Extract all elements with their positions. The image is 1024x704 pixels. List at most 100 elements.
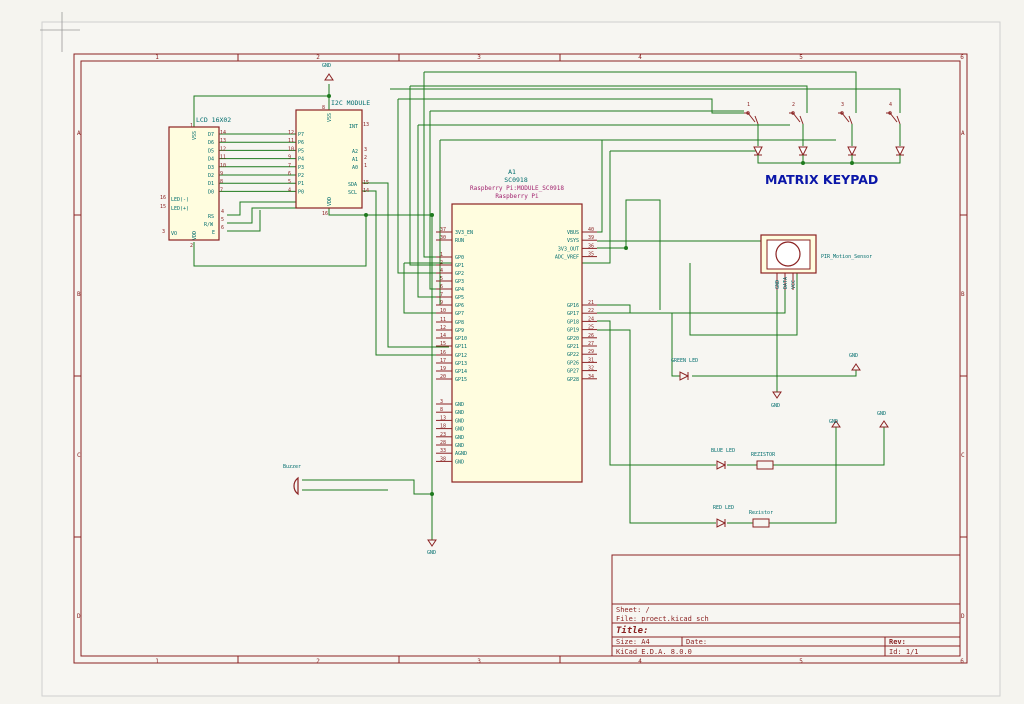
schematic-canvas: 112233445566 A AB BC CD D Sheet: / File: pro… <box>40 12 1001 697</box>
pin-num: 39 <box>588 235 594 241</box>
pico-right-label: GP20 <box>567 336 579 342</box>
i2c-module[interactable]: I2C MODULE VSS VDD P712P611P510P49P37P26… <box>288 99 370 217</box>
pin-num: 1 <box>364 163 367 169</box>
pin-num: 23 <box>440 432 446 438</box>
pin-num: 8 <box>322 105 325 111</box>
i2c-pin-label: P2 <box>298 173 304 179</box>
pin-num: 30 <box>440 235 446 241</box>
pin-num: 1 <box>190 123 193 129</box>
pico-right-label: GP27 <box>567 369 579 375</box>
col-marker: 1 <box>155 658 159 665</box>
i2c-a1: A1 <box>352 157 358 163</box>
lcd-vss-label: VSS <box>192 131 198 140</box>
pin-num: 4 <box>288 187 291 193</box>
pin-num: 17 <box>440 358 446 364</box>
i2c-pin-label: P1 <box>298 181 304 187</box>
pin-num: 13 <box>440 415 446 421</box>
lcd-pin-label: D6 <box>208 140 214 146</box>
green-led-label: GREEN LED <box>671 358 698 364</box>
key-number: 2 <box>792 102 795 108</box>
tb-date: Date: <box>686 638 707 646</box>
pico-left-label: GP0 <box>455 255 464 261</box>
i2c-pin-label: P5 <box>298 148 304 154</box>
lcd-vo: VO <box>171 231 177 237</box>
pin-num: 29 <box>588 349 594 355</box>
i2c-pin-label: P6 <box>298 140 304 146</box>
i2c-vdd-label: VDD <box>327 197 333 206</box>
pico-module[interactable]: A1 SC0918 Raspberry Pi:MODULE_SC0918 Ras… <box>436 168 597 483</box>
pin-num: 16 <box>322 211 328 217</box>
pico-value: SC0918 <box>504 176 528 184</box>
pin-num: 4 <box>440 268 443 274</box>
pico-left-label: GP10 <box>455 336 467 342</box>
pico-left-label: GP5 <box>455 295 464 301</box>
pico-gnd-label: GND <box>455 418 464 424</box>
lcd-e: E <box>212 230 215 236</box>
col-marker: 1 <box>155 54 159 61</box>
row-marker: C <box>77 452 81 459</box>
pin-num: 15 <box>363 180 369 186</box>
pico-gnd-label: GND <box>455 443 464 449</box>
pin-num: 5 <box>221 217 224 223</box>
row-marker: A <box>77 130 81 137</box>
pin-num: 6 <box>288 171 291 177</box>
pin-num: 11 <box>440 317 446 323</box>
pico-gnd-label: GND <box>455 427 464 433</box>
pico-right-label: GP16 <box>567 303 579 309</box>
pico-right-label: GP28 <box>567 377 579 383</box>
pin-num: 2 <box>440 260 443 266</box>
pin-num: 2 <box>190 243 193 249</box>
res-blue-label: REZISTOR <box>751 452 776 458</box>
col-marker: 6 <box>960 54 964 61</box>
lcd-ref: LCD 16X02 <box>196 116 231 124</box>
tb-id: Id: 1/1 <box>889 648 919 656</box>
pin-num: 6 <box>221 225 224 231</box>
pir-pin-label: VCC <box>791 280 797 289</box>
row-marker: B <box>961 291 965 298</box>
pin-num: 32 <box>588 366 594 372</box>
gnd-label: GND <box>849 353 858 359</box>
pin-num: 40 <box>588 227 594 233</box>
pin-num: 37 <box>440 227 446 233</box>
i2c-pin-label: P3 <box>298 165 304 171</box>
i2c-sda: SDA <box>348 182 357 188</box>
pin-num: 25 <box>588 325 594 331</box>
i2c-vss-label: VSS <box>327 113 333 122</box>
i2c-pin-label: P7 <box>298 132 304 138</box>
pin-num: 6 <box>440 284 443 290</box>
pico-gnd-label: GND <box>455 435 464 441</box>
lcd-16x02[interactable]: LCD 16X02 VSS VDD D7 14D6 13D5 12D4 11D3 10D2… <box>160 116 231 249</box>
row-marker: D <box>961 613 965 620</box>
tb-size: Size: A4 <box>616 638 650 646</box>
pico-right-label: ADC_VREF <box>555 255 579 261</box>
pin-num: 21 <box>588 300 594 306</box>
tb-sheet: Sheet: / <box>616 606 650 614</box>
pin-num: 38 <box>440 456 446 462</box>
col-marker: 2 <box>316 54 320 61</box>
pin-num: 3 <box>440 399 443 405</box>
pin-num: 12 <box>220 146 226 152</box>
col-marker: 6 <box>960 658 964 665</box>
pir-pin-label: DATA <box>783 277 789 289</box>
lcd-pin-label: D0 <box>208 189 214 195</box>
pico-left-label: GP14 <box>455 369 467 375</box>
pin-num: 18 <box>440 424 446 430</box>
pin-num: 3 <box>364 147 367 153</box>
row-marker: A <box>961 130 965 137</box>
pin-num: 11 <box>288 138 294 144</box>
pico-left-label: GP15 <box>455 377 467 383</box>
col-marker: 3 <box>477 54 481 61</box>
pico-right-label: GP22 <box>567 352 579 358</box>
lcd-vdd-label: VDD <box>192 231 198 240</box>
pir-pin-label: GND <box>775 280 781 289</box>
lcd-pin-label: D1 <box>208 181 214 187</box>
pico-right-label: GP19 <box>567 328 579 334</box>
pico-gnd-label: GND <box>455 402 464 408</box>
pico-gnd-label: GND <box>455 410 464 416</box>
pin-num: 5 <box>440 276 443 282</box>
pin-num: 9 <box>440 300 443 306</box>
col-marker: 2 <box>316 658 320 665</box>
i2c-a0: A0 <box>352 165 358 171</box>
pico-lib: Raspberry Pi <box>495 193 539 200</box>
pico-right-label: VSYS <box>567 238 579 244</box>
